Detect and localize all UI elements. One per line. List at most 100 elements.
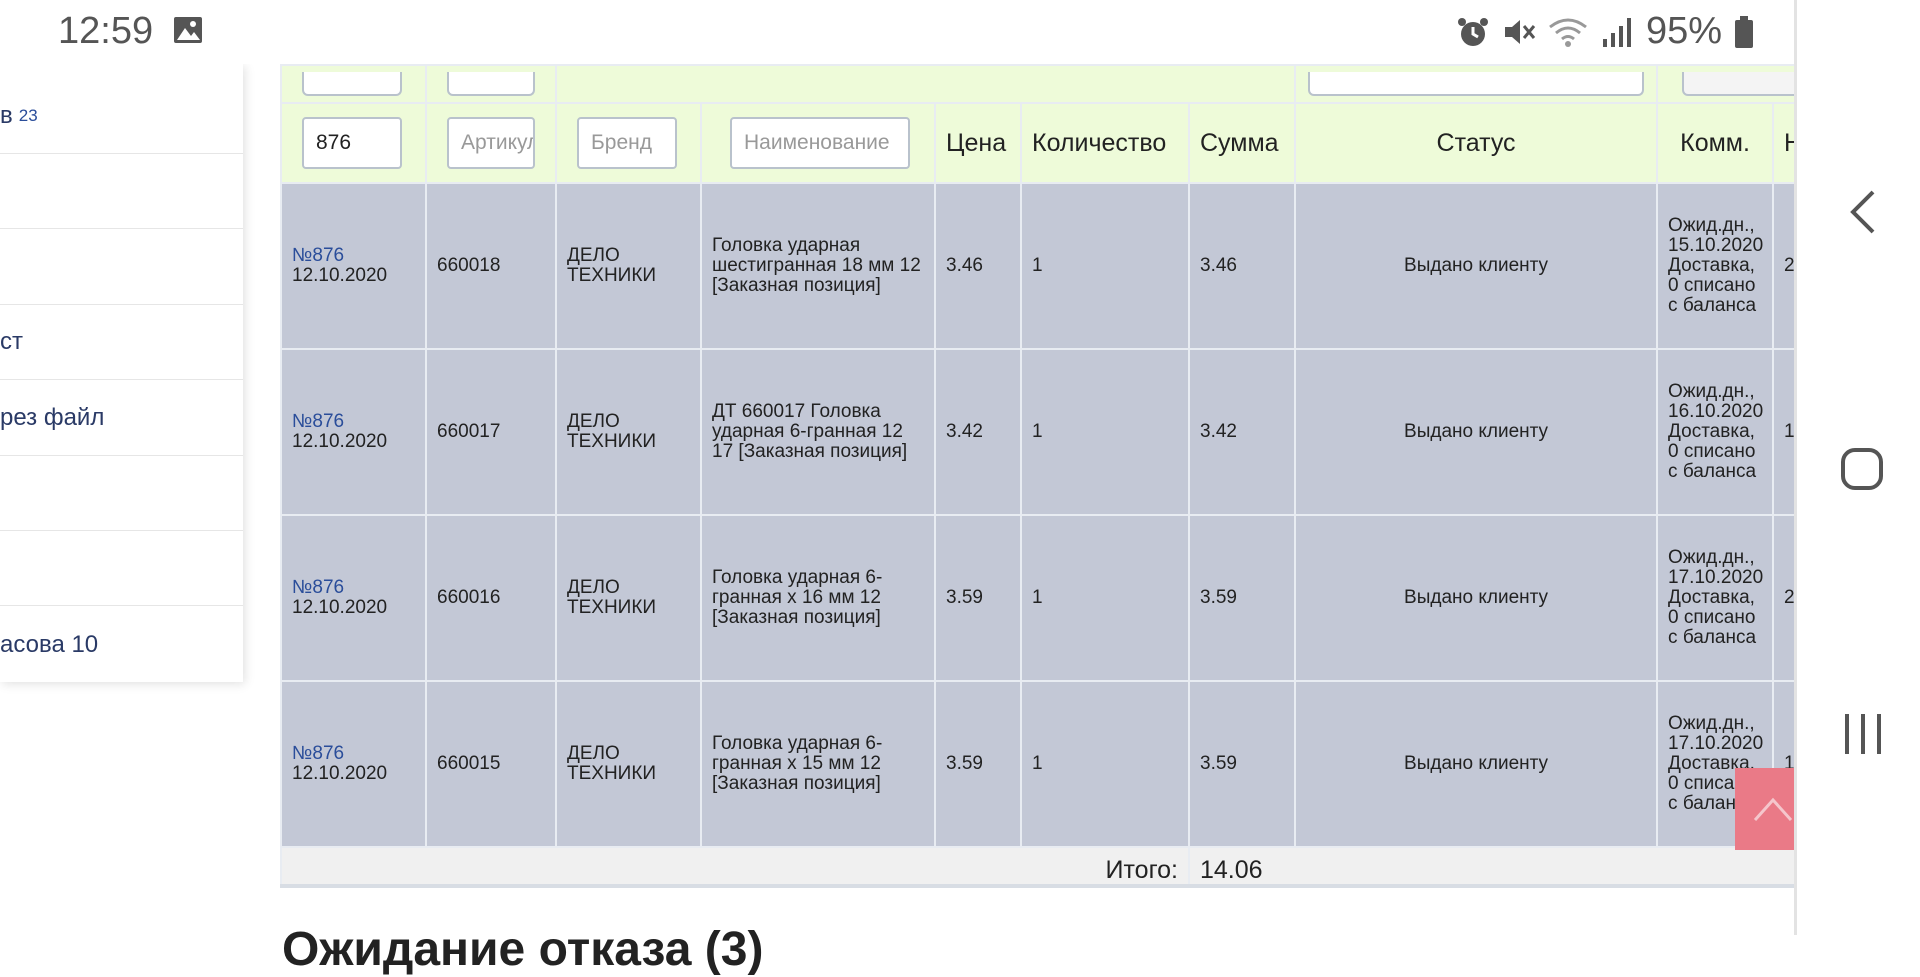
order-date: 12.10.2020 [292,431,388,452]
order-link[interactable]: №876 [292,246,415,266]
alarm-icon [1457,17,1488,46]
qty-cell: 1 [1020,348,1190,516]
orders-table: 876 Артикул Бренд Наименование Цена Коли… [280,64,1794,888]
price-cell: 3.59 [934,680,1022,848]
side-menu-item-4[interactable]: ст [0,305,243,380]
header-price: Цена [934,102,1022,184]
article-cell: 660016 [425,514,557,682]
scroll-to-top-button[interactable] [1735,768,1794,850]
table-top-filter-row [280,64,1794,104]
status-cell: Выдано клиенту [1294,514,1659,682]
order-filter-input[interactable]: 876 [302,117,402,169]
side-menu-item-badge: 23 [18,106,38,125]
brand-cell: ДЕЛО ТЕХНИКИ [555,348,702,516]
order-date: 12.10.2020 [292,763,388,784]
recents-icon[interactable] [1843,712,1883,756]
battery-icon [1735,15,1753,48]
name-cell: Головка ударная 6-гранная х 15 мм 12 [За… [700,680,936,848]
header-quantity: Количество [1020,102,1190,184]
qty-cell: 1 [1020,514,1190,682]
sum-cell: 3.59 [1187,514,1297,682]
table-total-row: Итого: 14.06 [280,846,1794,888]
chevron-up-icon [1753,797,1793,822]
battery-percent: 95% [1645,10,1722,52]
last-cell: 23 [1772,514,1794,682]
header-last: На [1772,102,1794,184]
side-menu-item-label: асова 10 [0,630,99,658]
sum-cell: 3.42 [1187,348,1297,516]
last-cell: 23 [1772,182,1794,350]
name-cell: Головка ударная шестигранная 18 мм 12 [З… [700,182,936,350]
brand-cell: ДЕЛО ТЕХНИКИ [555,514,702,682]
home-icon[interactable] [1840,447,1884,491]
signal-icon [1602,17,1631,47]
sum-cell: 3.46 [1187,182,1297,350]
side-menu-item-6[interactable] [0,456,243,531]
article-cell: 660015 [425,680,557,848]
comment-cell: Ожид.дн., 16.10.2020 Доставка, 0 списано… [1656,348,1775,516]
side-menu-item-8[interactable]: асова 10 [0,607,243,682]
table-row: №876 12.10.2020 660018 ДЕЛО ТЕХНИКИ Голов… [280,182,1794,350]
back-icon[interactable] [1849,190,1877,234]
total-value: 14.06 [1187,846,1794,888]
table-row: №876 12.10.2020 660015 ДЕЛО ТЕХНИКИ Голов… [280,680,1794,848]
price-cell: 3.46 [934,182,1022,350]
order-cell: №876 12.10.2020 [280,680,427,848]
article-cell: 660017 [425,348,557,516]
name-filter-input[interactable]: Наименование [730,117,910,169]
side-menu-item-1[interactable]: в 23 [0,79,243,154]
header-comment: Комм. [1656,102,1775,184]
name-cell: Головка ударная 6-гранная х 16 мм 12 [За… [700,514,936,682]
gallery-icon [174,17,202,43]
side-menu-item-2[interactable] [0,154,243,229]
order-link[interactable]: №876 [292,744,415,764]
brand-cell: ДЕЛО ТЕХНИКИ [555,680,702,848]
show-button[interactable] [1682,72,1794,96]
sum-cell: 3.59 [1187,680,1297,848]
side-menu-item-label: рез файл [0,404,105,431]
side-menu-item-label: в [0,102,13,129]
android-nav-bar [1797,0,1920,935]
status-cell: Выдано клиенту [1294,680,1659,848]
side-menu-item-3[interactable] [0,230,243,305]
status-bar: 12:59 95% [0,0,1794,64]
qty-cell: 1 [1020,680,1190,848]
status-time: 12:59 [58,10,154,52]
qty-cell: 1 [1020,182,1190,350]
order-link[interactable]: №876 [292,578,415,598]
mute-icon [1504,19,1536,44]
price-cell: 3.59 [934,514,1022,682]
order-date: 12.10.2020 [292,597,388,618]
top-filter-input-2[interactable] [447,72,535,96]
side-menu: в 23 ст рез файл асова 10 [0,64,243,682]
top-filter-select[interactable] [1308,72,1645,96]
article-cell: 660018 [425,182,557,350]
top-filter-input-1[interactable] [302,72,402,96]
order-cell: №876 12.10.2020 [280,182,427,350]
side-menu-item-7[interactable] [0,531,243,606]
header-status: Статус [1294,102,1659,184]
table-row: №876 12.10.2020 660017 ДЕЛО ТЕХНИКИ ДТ 66… [280,348,1794,516]
comment-cell: Ожид.дн., 17.10.2020 Доставка, 0 списано… [1656,514,1775,682]
header-sum: Сумма [1187,102,1297,184]
order-cell: №876 12.10.2020 [280,348,427,516]
table-row: №876 12.10.2020 660016 ДЕЛО ТЕХНИКИ Голов… [280,514,1794,682]
article-filter-input[interactable]: Артикул [447,117,535,169]
last-cell: 15 [1772,348,1794,516]
status-cell: Выдано клиенту [1294,348,1659,516]
comment-cell: Ожид.дн., 15.10.2020 Доставка, 0 списано… [1656,182,1775,350]
side-menu-item-5[interactable]: рез файл [0,381,243,456]
table-header-row: 876 Артикул Бренд Наименование Цена Коли… [280,102,1794,184]
orders-table-container: 876 Артикул Бренд Наименование Цена Коли… [280,64,1794,888]
brand-filter-input[interactable]: Бренд [577,117,677,169]
price-cell: 3.42 [934,348,1022,516]
wifi-icon [1549,18,1587,47]
brand-cell: ДЕЛО ТЕХНИКИ [555,182,702,350]
section-heading: Ожидание отказа (3) [282,923,764,976]
status-cell: Выдано клиенту [1294,182,1659,350]
order-date: 12.10.2020 [292,265,388,286]
order-link[interactable]: №876 [292,412,415,432]
order-cell: №876 12.10.2020 [280,514,427,682]
table-bottom-border [280,884,1794,888]
total-label: Итого: [280,846,1190,888]
